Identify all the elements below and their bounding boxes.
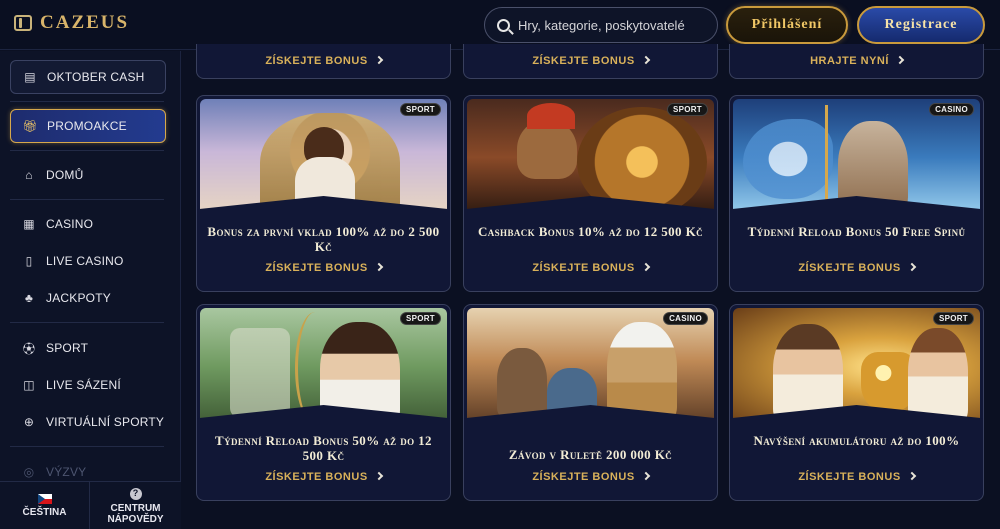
card-cta[interactable]: ZÍSKEJTE BONUS [197,262,450,274]
search-input[interactable] [518,17,708,33]
clover-icon: ♣ [24,291,34,305]
sidebar-item-label: LIVE SÁZENÍ [46,378,121,392]
language-selector[interactable]: ČEŠTINA [0,482,90,529]
login-button[interactable]: Přihlášení [726,6,848,44]
card-cta[interactable]: ZÍSKEJTE BONUS [464,471,717,483]
promo-card[interactable]: SPORT Týdenní Reload Bonus 50% až do 12 … [196,304,451,501]
sidebar-item-label: CASINO [46,217,94,231]
logo[interactable]: CAZEUS [14,12,129,34]
search-icon [497,18,510,32]
help-center-button[interactable]: ? CENTRUM NÁPOVĚDY [90,482,181,529]
promo-card[interactable]: CASINO Týdenní Reload Bonus 50 Free Spin… [729,95,984,292]
cards-icon: ▯ [25,254,33,268]
chevron-right-icon [907,262,916,272]
category-badge: SPORT [399,103,441,116]
card-cta[interactable]: ZÍSKEJTE BONUS [197,55,450,67]
sidebar-item-domu[interactable]: ⌂ DOMŮ [10,158,166,192]
challenge-icon: ◎ [23,465,35,479]
sidebar-item-label: OKTOBER CASH [47,70,145,84]
card-cta[interactable]: ZÍSKEJTE BONUS [464,55,717,67]
chevron-right-icon [641,55,650,65]
sidebar-item-label: PROMOAKCE [47,119,127,133]
category-badge: CASINO [663,312,708,325]
promo-card-partial[interactable]: ZÍSKEJTE BONUS [463,44,718,79]
card-cta[interactable]: ZÍSKEJTE BONUS [464,262,717,274]
card-cta[interactable]: ZÍSKEJTE BONUS [197,471,450,483]
promo-card[interactable]: SPORT Navýšení akumulátoru až do 100% ZÍ… [729,304,984,501]
sidebar-item-live-casino[interactable]: ▯ LIVE CASINO [10,244,166,278]
help-icon: ? [129,487,142,500]
sidebar-footer: ČEŠTINA ? CENTRUM NÁPOVĚDY [0,481,181,529]
category-badge: SPORT [666,103,708,116]
header: CAZEUS Přihlášení Registrace [0,0,1000,50]
promo-card-partial[interactable]: ZÍSKEJTE BONUS [196,44,451,79]
promo-card-partial[interactable]: HRAJTE NYNÍ [729,44,984,79]
sidebar-item-label: LIVE CASINO [46,254,124,268]
sidebar-item-label: VIRTUÁLNÍ SPORTY [46,415,165,429]
gift-icon: 🎁︎ [22,119,38,133]
live-icon: ◫ [23,378,35,392]
home-icon: ⌂ [25,168,33,182]
sidebar: ▤ OKTOBER CASH 🎁︎ PROMOAKCE ⌂ DOMŮ ▦ CAS… [0,51,181,529]
sidebar-item-casino[interactable]: ▦ CASINO [10,207,166,241]
card-cta[interactable]: ZÍSKEJTE BONUS [730,262,983,274]
category-badge: SPORT [399,312,441,325]
sidebar-item-promoakce[interactable]: 🎁︎ PROMOAKCE [10,109,166,143]
sidebar-item-oktober-cash[interactable]: ▤ OKTOBER CASH [10,60,166,94]
language-label: ČEŠTINA [22,507,67,518]
register-button[interactable]: Registrace [857,6,985,44]
promo-card[interactable]: SPORT Bonus za první vklad 100% až do 2 … [196,95,451,292]
gamepad-icon: ⊕ [23,415,35,429]
promo-card[interactable]: CASINO Závod v Ruletě 200 000 Kč ZÍSKEJT… [463,304,718,501]
card-title: Navýšení akumulátoru až do 100% [753,433,960,448]
sidebar-item-label: DOMŮ [46,168,84,182]
chevron-right-icon [895,55,905,65]
chevron-right-icon [374,262,383,272]
chevron-right-icon [641,262,650,272]
sidebar-item-live-sazeni[interactable]: ◫ LIVE SÁZENÍ [10,368,166,402]
divider [10,322,164,323]
card-title: Týdenní Reload Bonus 50% až do 12 500 Kč [215,433,432,463]
divider [10,101,164,102]
card-cta[interactable]: HRAJTE NYNÍ [730,55,983,67]
search-box[interactable] [484,7,718,43]
sidebar-item-virtualni-sporty[interactable]: ⊕ VIRTUÁLNÍ SPORTY [10,405,166,439]
card-title: Cashback Bonus 10% až do 12 500 Kč [477,224,704,239]
sidebar-item-sport[interactable]: ⚽︎ SPORT [10,331,166,365]
chevron-right-icon [641,471,650,481]
card-title: Bonus za první vklad 100% až do 2 500 Kč [207,224,440,254]
divider [10,446,164,447]
divider [10,150,164,151]
category-badge: SPORT [932,312,974,325]
sidebar-item-jackpoty[interactable]: ♣ JACKPOTY [10,281,166,315]
card-title: Závod v Ruletě 200 000 Kč [508,447,673,462]
category-badge: CASINO [929,103,974,116]
help-label: CENTRUM NÁPOVĚDY [107,502,164,525]
promo-card[interactable]: SPORT Cashback Bonus 10% až do 12 500 Kč… [463,95,718,292]
sidebar-item-label: VÝZVY [46,465,87,479]
chevron-right-icon [907,471,916,481]
gift-box-icon: ▤ [24,70,36,84]
slot-machine-icon: ▦ [23,217,35,231]
sidebar-item-label: JACKPOTY [46,291,111,305]
soccer-ball-icon: ⚽︎ [22,341,36,356]
sidebar-item-label: SPORT [46,341,89,355]
card-cta[interactable]: ZÍSKEJTE BONUS [730,471,983,483]
logo-text: CAZEUS [40,12,130,33]
divider [10,199,164,200]
chevron-right-icon [374,55,383,65]
chevron-right-icon [374,471,383,481]
sidebar-toggle-icon[interactable] [14,15,32,31]
czech-flag-icon [37,494,52,504]
card-title: Týdenní Reload Bonus 50 Free Spinů [747,224,966,239]
